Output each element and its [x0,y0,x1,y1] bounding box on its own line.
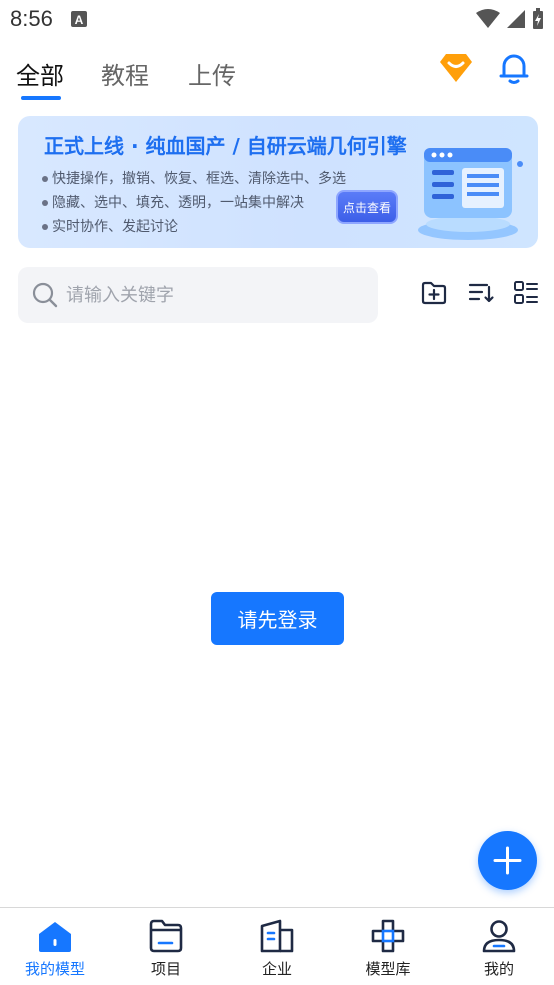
folder-icon [149,919,183,953]
nav-label: 项目 [150,960,181,978]
notification-a-icon: A [71,11,87,27]
browser-window-illustration [418,148,523,240]
nav-model-library[interactable]: 模型库 [333,908,443,985]
nav-me[interactable]: 我的 [444,908,554,985]
search-box[interactable] [18,267,378,323]
tab-tutorial[interactable]: 教程 [101,56,149,91]
library-icon [371,919,405,953]
status-bar: 8:56 A [0,0,554,38]
nav-projects[interactable]: 项目 [111,908,221,985]
nav-enterprise[interactable]: 企业 [222,908,332,985]
promo-banner[interactable]: 正式上线 · 纯血国产 / 自研云端几何引擎 快捷操作，撤销、恢复、框选、清除选… [18,116,538,248]
battery-icon [533,8,543,29]
banner-bullet: 快捷操作，撤销、恢复、框选、清除选中、多选 [42,168,346,188]
bell-icon[interactable] [496,50,532,86]
tab-upload[interactable]: 上传 [188,56,236,91]
user-icon [482,920,516,953]
bottom-navigation: 我的模型 项目 企业 模型库 我的 [0,907,554,985]
nav-label: 我的 [483,960,514,978]
signal-icon [507,10,525,28]
banner-bullet: 实时协作、发起讨论 [42,216,178,236]
building-icon [260,919,294,953]
login-button[interactable]: 请先登录 [211,592,344,645]
tab-all[interactable]: 全部 [16,56,64,91]
sort-icon[interactable] [467,279,495,307]
new-folder-icon[interactable] [420,279,448,307]
nav-label: 模型库 [365,960,411,978]
svg-text:A: A [75,13,84,27]
banner-title: 正式上线 · 纯血国产 / 自研云端几何引擎 [44,134,407,158]
plus-icon [493,846,522,875]
status-time: 8:56 [10,6,53,31]
nav-label: 我的模型 [24,960,85,978]
vip-diamond-icon[interactable] [438,50,474,86]
home-icon [39,922,71,952]
banner-view-button[interactable]: 点击查看 [336,190,398,224]
search-input[interactable] [66,267,366,323]
active-tab-indicator [21,96,61,100]
banner-bullet: 隐藏、选中、填充、透明，一站集中解决 [42,192,304,212]
add-fab-button[interactable] [478,831,537,890]
nav-label: 企业 [261,960,292,978]
wifi-icon [476,9,500,28]
status-indicators [476,8,544,30]
search-icon [32,282,58,308]
list-view-icon[interactable] [512,279,540,307]
nav-my-models[interactable]: 我的模型 [0,908,110,985]
